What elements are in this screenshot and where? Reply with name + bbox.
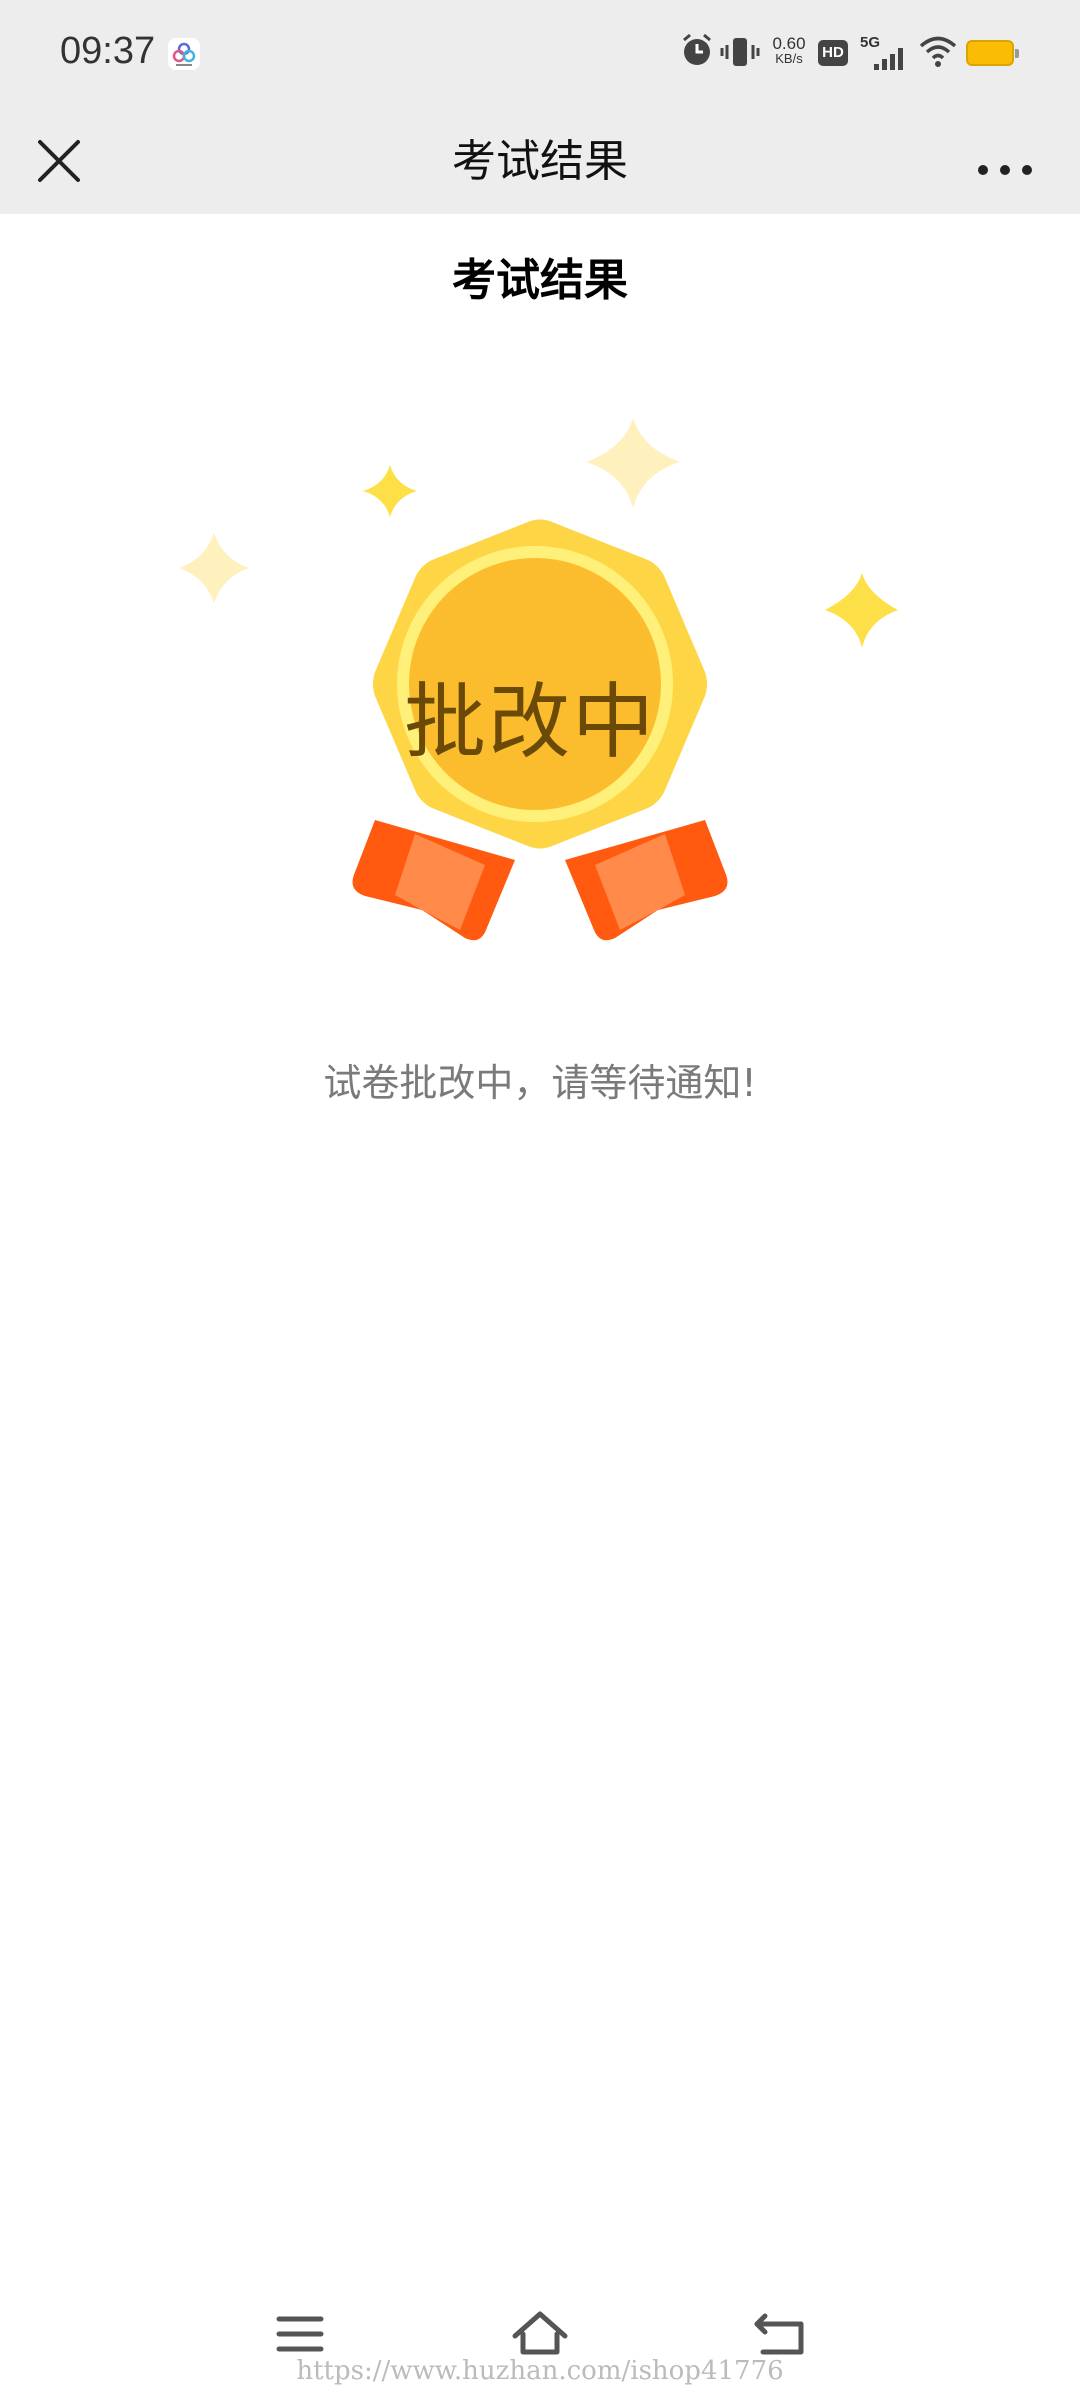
- nav-title: 考试结果: [452, 136, 628, 187]
- menu-icon[interactable]: [265, 2304, 335, 2364]
- page-title: 考试结果: [452, 255, 628, 306]
- status-bar: 09:37 0.60 KB/s HD 5G: [0, 0, 1080, 110]
- net-speed-unit: KB/s: [775, 51, 803, 66]
- net-speed-value: 0.60: [772, 34, 806, 53]
- app-notification-icon: [168, 38, 200, 70]
- hd-icon: HD: [818, 40, 848, 66]
- wifi-icon: [918, 32, 958, 76]
- battery-icon: [966, 40, 1019, 66]
- watermark: https://www.huzhan.com/ishop41776: [296, 2356, 784, 2386]
- result-message: 试卷批改中，请等待通知!: [323, 1061, 757, 1105]
- medal-label: 批改中: [403, 675, 656, 770]
- net-speed: 0.60 KB/s: [768, 34, 810, 66]
- home-icon[interactable]: [505, 2304, 575, 2364]
- status-time: 09:37: [60, 30, 156, 72]
- back-icon[interactable]: [745, 2304, 815, 2364]
- ribbon-right: [565, 820, 728, 941]
- more-icon[interactable]: [970, 132, 1040, 192]
- alarm-icon: [680, 32, 714, 76]
- ribbon-left: [352, 820, 515, 941]
- signal-icon: 5G: [860, 34, 906, 74]
- nav-bar: 考试结果: [0, 110, 1080, 214]
- vibrate-icon: [720, 32, 760, 76]
